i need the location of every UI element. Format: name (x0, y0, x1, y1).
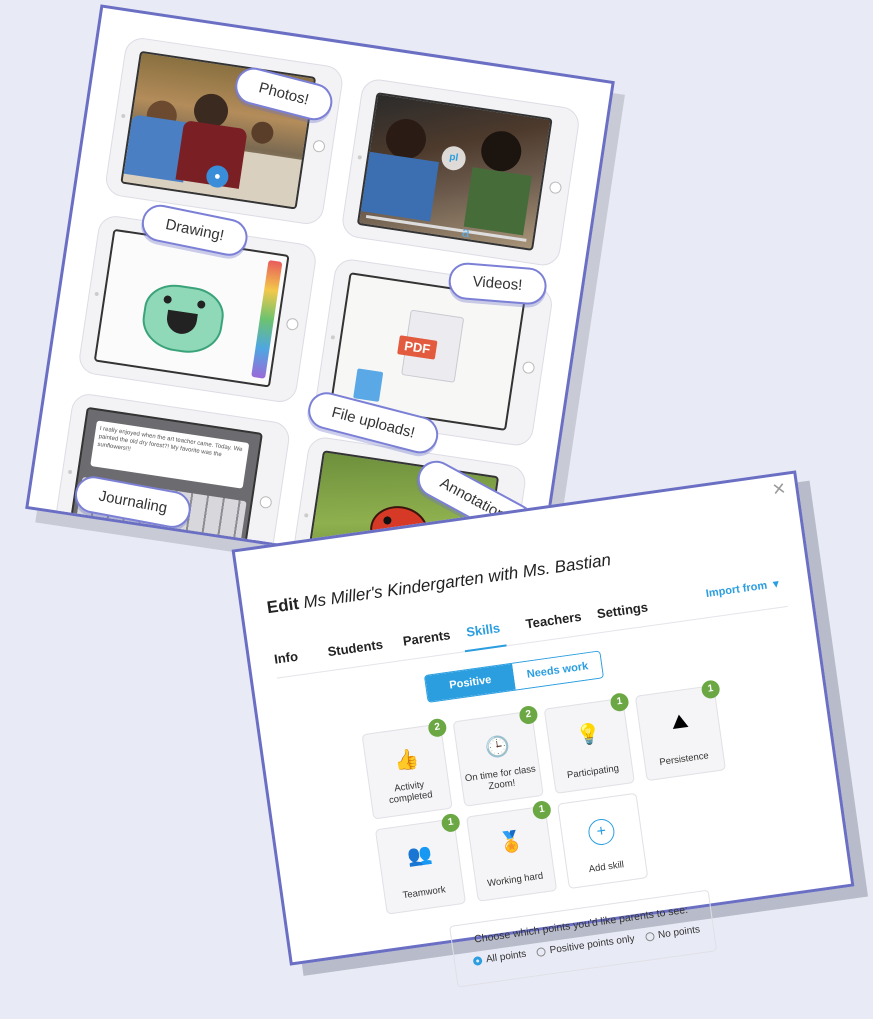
close-icon[interactable]: × (771, 475, 787, 503)
title-prefix: Edit (265, 593, 301, 618)
drawing-canvas (93, 228, 290, 388)
skill-type-toggle: Positive Needs work (423, 650, 605, 703)
plus-icon: + (586, 817, 617, 847)
option-label: Positive points only (549, 933, 636, 957)
option-label: No points (657, 924, 701, 942)
parent-visibility-panel: Choose which points you'd like parents t… (449, 889, 718, 988)
thumbs-up-icon: 👍 (392, 747, 421, 774)
tab-teachers[interactable]: Teachers (525, 609, 583, 632)
tab-parents[interactable]: Parents (402, 627, 451, 648)
option-label: All points (485, 948, 528, 966)
pdf-label: PDF (397, 335, 438, 360)
edit-class-modal: × Edit Ms Miller's Kindergarten with Ms.… (231, 470, 855, 988)
classroom-photo: ● (120, 50, 317, 210)
skill-points-badge: 1 (700, 679, 721, 700)
positive-segment[interactable]: Positive (425, 663, 516, 702)
photos-tablet: ● (103, 35, 345, 227)
skill-on-time[interactable]: 🕒 2 On time for class Zoom! (452, 704, 544, 807)
tablet-home-button (312, 139, 326, 154)
clock-icon: 🕒 (483, 734, 512, 761)
skill-points-badge: 1 (440, 812, 461, 834)
play-icon[interactable]: pl (440, 144, 468, 172)
skills-grid: 👍 2 Activity completed 🕒 2 On time for c… (361, 679, 738, 915)
skill-teamwork[interactable]: 👥 1 Teamwork (374, 812, 467, 915)
videos-label: Videos! (447, 261, 548, 306)
media-collage-card: ● pl a ar ro w (25, 4, 625, 600)
skill-label: Persistence (658, 750, 710, 769)
tablet-camera (357, 155, 363, 160)
skill-participating[interactable]: 💡 1 Participating (543, 692, 635, 794)
color-palette[interactable] (251, 260, 283, 379)
tablet-camera (303, 513, 309, 518)
tablet-camera (121, 113, 126, 119)
radio-all-points[interactable] (472, 955, 483, 966)
skill-persistence[interactable]: ⛰ 1 Persistence (634, 679, 727, 782)
skill-points-badge: 2 (518, 704, 539, 726)
lightbulb-icon: 💡 (574, 722, 603, 748)
pdf-icon: PDF (397, 309, 465, 383)
add-skill-label: Add skill (588, 859, 625, 876)
tablet-camera (330, 335, 336, 340)
skill-label: Working hard (486, 870, 544, 890)
tablet-home-button (258, 495, 273, 510)
team-icon: 👥 (406, 842, 434, 869)
radio-no-points[interactable] (644, 931, 655, 942)
tablet-home-button (548, 180, 563, 195)
tab-students[interactable]: Students (327, 637, 384, 660)
image-file-icon (353, 368, 384, 402)
tablet-camera (67, 469, 73, 475)
skill-points-badge: 2 (427, 717, 448, 738)
chevron-down-icon: ▾ (769, 577, 780, 592)
needs-work-segment[interactable]: Needs work (512, 651, 603, 690)
mountain-icon: ⛰ (670, 709, 690, 735)
skill-label: Teamwork (401, 884, 447, 902)
tab-settings[interactable]: Settings (596, 599, 649, 621)
skill-points-badge: 1 (609, 692, 630, 713)
skill-working-hard[interactable]: 🏅 1 Working hard (465, 799, 558, 902)
skill-label: On time for class Zoom! (464, 763, 537, 793)
skill-label: Activity completed (388, 779, 434, 807)
tablet-camera (94, 291, 99, 297)
tablet-home-button (285, 317, 300, 332)
journal-entry: I really enjoyed when the art teacher ca… (90, 420, 250, 489)
tab-skills[interactable]: Skills (465, 620, 501, 640)
medal-icon: 🏅 (497, 830, 525, 856)
class-name: Ms Miller's Kindergarten with Ms. Bastia… (302, 550, 613, 613)
skill-activity-completed[interactable]: 👍 2 Activity completed (361, 717, 453, 820)
add-skill-button[interactable]: + Add skill (557, 792, 649, 890)
radio-positive-only[interactable] (536, 946, 547, 957)
edit-class-modal-card: × Edit Ms Miller's Kindergarten with Ms.… (231, 470, 869, 988)
collage-frame: ● pl a ar ro w (25, 4, 615, 586)
tab-info[interactable]: Info (273, 649, 299, 667)
skill-points-badge: 1 (531, 799, 552, 821)
skill-label: Participating (566, 762, 620, 782)
monster-drawing (138, 280, 228, 358)
tablet-home-button (521, 360, 536, 375)
